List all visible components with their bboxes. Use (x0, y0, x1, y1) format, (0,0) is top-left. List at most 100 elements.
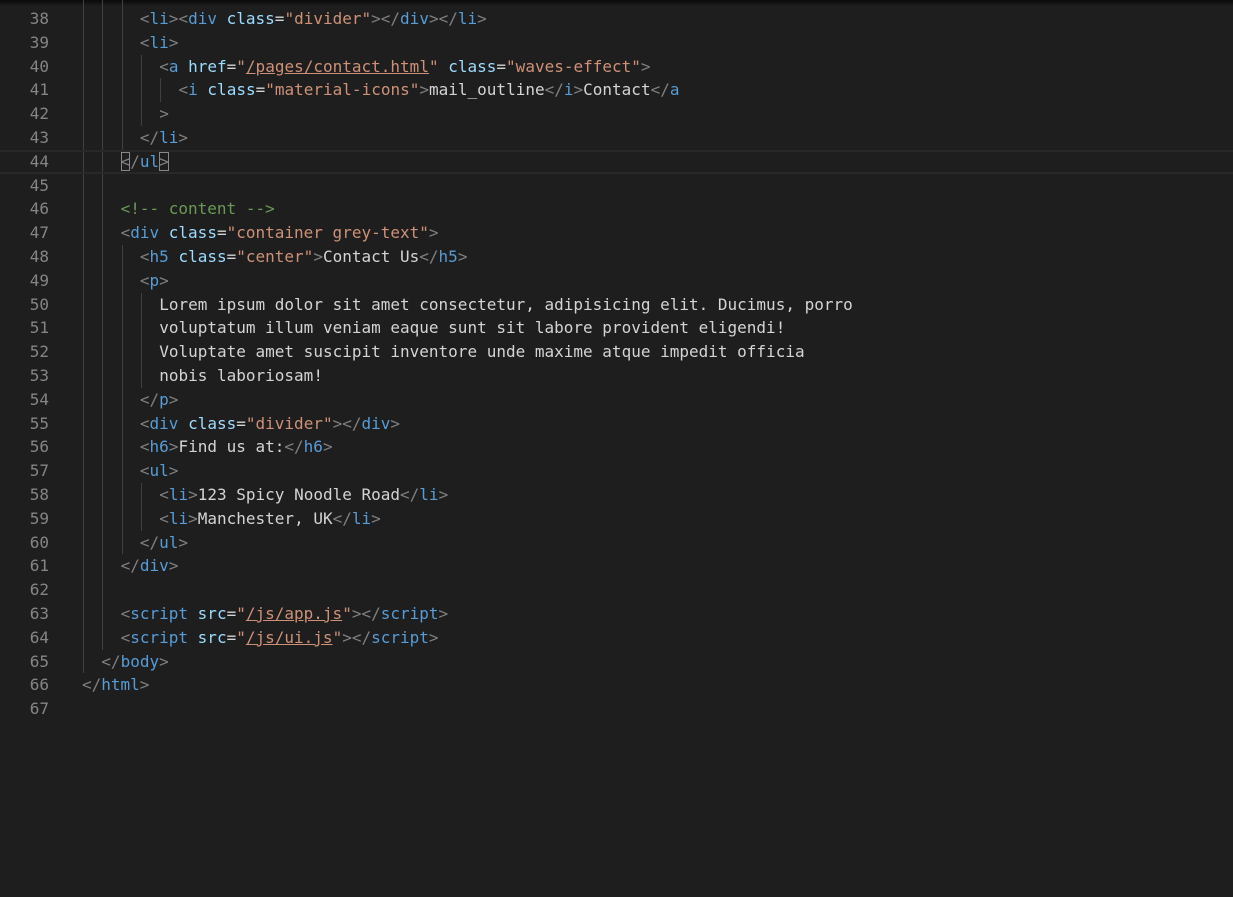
code-line[interactable]: 48 <h5 class="center">Contact Us</h5> (0, 245, 1233, 269)
tag-bracket: < (178, 9, 189, 28)
line-number: 62 (29, 580, 49, 600)
tag-bracket: > (168, 32, 179, 52)
tag-bracket: > (419, 80, 429, 100)
code-line[interactable]: 56 <h6>Find us at:</h6> (0, 435, 1233, 459)
tag-name: li (351, 508, 372, 528)
tag-bracket: > (342, 627, 352, 647)
code-line[interactable]: 57 <ul> (0, 459, 1233, 483)
code-content: <p> (140, 269, 169, 293)
tag-bracket: < (120, 223, 131, 243)
tag-bracket: < (159, 485, 169, 504)
code-content: <div class="divider"></div> (140, 412, 400, 436)
text-content: Manchester, UK (197, 508, 333, 528)
code-content: </div> (121, 554, 179, 578)
text-content: Find us at: (178, 437, 285, 457)
tag-bracket: < (139, 247, 150, 266)
code-content: Voluptate amet suscipit inventore unde m… (159, 340, 804, 364)
attribute-value: " (236, 56, 246, 76)
code-line[interactable]: 59 <li>Manchester, UK</li> (0, 507, 1233, 531)
code-line[interactable]: 52 Voluptate amet suscipit inventore unde… (0, 340, 1233, 364)
attribute-name: src (197, 627, 227, 647)
tag-bracket: > (178, 532, 189, 552)
tag-bracket: > (168, 9, 179, 28)
tag-bracket: </ (139, 128, 160, 147)
code-line[interactable]: 66 </html> (0, 673, 1233, 697)
attribute-value: " (236, 604, 246, 623)
code-line[interactable]: 47 <div class="container grey-text"> (0, 221, 1233, 245)
tag-bracket: </ (419, 247, 439, 266)
code-content: <li><div class="divider"></div></li> (140, 7, 487, 31)
code-line[interactable]: 63 <script src="/js/app.js"></script> (0, 602, 1233, 626)
tag-name: h5 (149, 247, 169, 266)
attribute-value: " (236, 627, 246, 647)
code-line[interactable]: 53 nobis laboriosam! (0, 364, 1233, 388)
code-line[interactable]: 67 (0, 697, 1233, 721)
tag-bracket: > (168, 461, 179, 481)
tag-bracket: </ (120, 556, 140, 576)
tag-name: li (149, 32, 169, 52)
code-content: </body> (101, 650, 168, 674)
line-number: 66 (29, 675, 49, 695)
tag-name: body (120, 651, 160, 671)
code-line[interactable]: 64 <script src="/js/ui.js"></script> (0, 626, 1233, 650)
tag-bracket: > (188, 485, 198, 504)
code-editor[interactable]: 38 <li><div class="divider"></div></li> 39… (0, 0, 1233, 897)
text-content: voluptatum illum veniam eaque sunt sit l… (159, 318, 786, 338)
code-line[interactable]: 42 > (0, 102, 1233, 126)
line-number: 55 (29, 413, 49, 433)
tag-bracket: < (139, 413, 150, 433)
code-line[interactable]: 55 <div class="divider"></div> (0, 412, 1233, 436)
code-line[interactable]: 39 <li> (0, 31, 1233, 55)
code-content: <li>Manchester, UK</li> (159, 507, 381, 531)
link-path: /js/app.js (245, 604, 343, 623)
tag-bracket: > (457, 247, 468, 266)
tag-bracket: < (139, 9, 150, 28)
code-line[interactable]: 40 <a href="/pages/contact.html" class="w… (0, 55, 1233, 79)
tag-bracket: > (188, 508, 198, 528)
line-number: 67 (29, 699, 49, 719)
tag-name: ul (139, 151, 160, 171)
code-line[interactable]: 46 <!-- content --> (0, 197, 1233, 221)
text-content (198, 80, 208, 99)
tag-bracket: </ (284, 437, 304, 457)
tag-bracket: < (159, 508, 169, 528)
line-number: 60 (29, 532, 49, 552)
code-content: <h6>Find us at:</h6> (140, 435, 333, 459)
attribute-value: "divider" (245, 413, 333, 433)
attribute-name: class (188, 413, 237, 433)
line-number: 52 (29, 342, 49, 362)
tag-bracket: > (371, 9, 381, 28)
tag-bracket: > (477, 9, 487, 28)
tag-bracket: < (120, 627, 131, 647)
tag-bracket: < (120, 604, 131, 623)
code-line[interactable]: 65 </body> (0, 650, 1233, 674)
code-line[interactable]: 43 </li> (0, 126, 1233, 150)
tag-name: li (419, 485, 439, 504)
code-line[interactable]: 38 <li><div class="divider"></div></li> (0, 7, 1233, 31)
code-line[interactable]: 60 </ul> (0, 531, 1233, 555)
code-line[interactable]: 58 <li>123 Spicy Noodle Road</li> (0, 483, 1233, 507)
code-line[interactable]: 49 <p> (0, 269, 1233, 293)
code-line[interactable]: 54 </p> (0, 388, 1233, 412)
code-line[interactable]: 45 (0, 174, 1233, 198)
text-content: Voluptate amet suscipit inventore unde m… (159, 342, 805, 362)
attribute-name: class (178, 247, 227, 266)
tag-bracket: > (168, 556, 179, 576)
code-line[interactable]: 50 Lorem ipsum dolor sit amet consectetur… (0, 293, 1233, 317)
code-content: nobis laboriosam! (159, 364, 323, 388)
tag-bracket: </ (438, 9, 458, 28)
code-line[interactable]: 41 <i class="material-icons">mail_outline… (0, 78, 1233, 102)
line-number: 45 (29, 175, 49, 195)
text-content: = (236, 413, 246, 433)
code-line[interactable]: 51 voluptatum illum veniam eaque sunt sit… (0, 316, 1233, 340)
tag-name: i (563, 80, 574, 100)
line-number: 65 (29, 651, 49, 671)
code-line[interactable]: 61 </div> (0, 554, 1233, 578)
tag-name: h6 (149, 437, 169, 457)
tag-bracket: < (178, 80, 189, 100)
text-content (188, 628, 198, 647)
tag-name: li (457, 9, 478, 28)
code-line[interactable]: 44 </ul> (0, 149, 1233, 174)
code-line[interactable]: 62 (0, 578, 1233, 602)
tag-bracket: > (313, 247, 323, 266)
